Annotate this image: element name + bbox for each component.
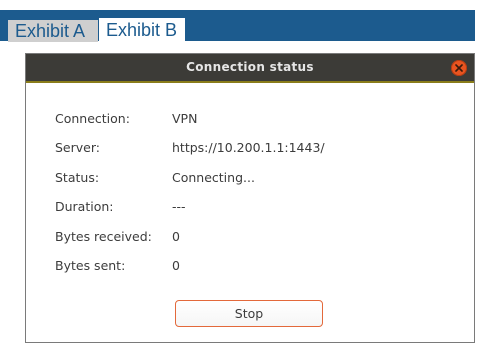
stop-button[interactable]: Stop bbox=[175, 300, 323, 327]
dialog-titlebar: Connection status bbox=[26, 54, 474, 81]
close-button[interactable] bbox=[451, 60, 467, 76]
duration-label: Duration: bbox=[55, 199, 114, 214]
status-label: Status: bbox=[55, 170, 100, 185]
connection-label: Connection: bbox=[55, 111, 130, 126]
bytes-received-value: 0 bbox=[172, 229, 180, 244]
bytes-sent-label: Bytes sent: bbox=[55, 258, 126, 273]
status-value: Connecting... bbox=[172, 170, 255, 185]
duration-value: --- bbox=[172, 199, 186, 214]
server-value: https://10.200.1.1:1443/ bbox=[172, 140, 325, 155]
tab-exhibit-a[interactable]: Exhibit A bbox=[8, 20, 98, 42]
page: Exhibit A Exhibit B Connection status Co… bbox=[0, 0, 486, 356]
connection-value: VPN bbox=[172, 111, 198, 126]
bytes-sent-value: 0 bbox=[172, 258, 180, 273]
tab-exhibit-b[interactable]: Exhibit B bbox=[99, 18, 185, 42]
bytes-received-label: Bytes received: bbox=[55, 229, 152, 244]
dialog-title: Connection status bbox=[186, 60, 314, 74]
server-label: Server: bbox=[55, 140, 100, 155]
connection-status-dialog: Connection status Connection: VPN Server… bbox=[25, 53, 475, 343]
titlebar-accent-line bbox=[26, 81, 474, 83]
close-icon bbox=[455, 64, 463, 72]
